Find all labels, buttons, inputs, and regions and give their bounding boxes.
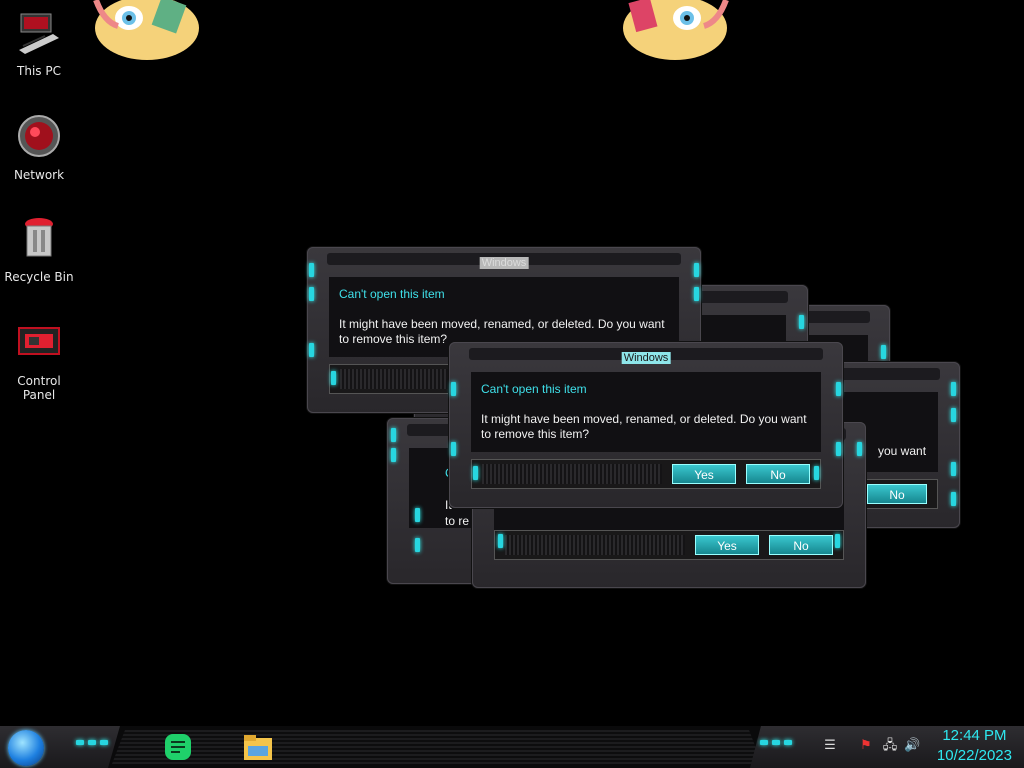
computer-icon bbox=[19, 13, 59, 54]
desktop-icon-this-pc[interactable]: This PC bbox=[0, 8, 78, 78]
wallpaper-character-right bbox=[623, 0, 729, 60]
desktop-icon-label: Control Panel bbox=[17, 374, 61, 402]
desktop-icon-network[interactable]: Network bbox=[0, 112, 78, 182]
action-center-icon[interactable]: ☰ bbox=[822, 738, 838, 754]
yes-button[interactable]: Yes bbox=[672, 464, 736, 484]
desktop-icon-label: This PC bbox=[17, 64, 61, 78]
dialog-message: It might have been moved, renamed, or de… bbox=[481, 412, 807, 441]
notes-app-icon[interactable] bbox=[162, 732, 194, 762]
taskbar-middle-panel bbox=[112, 730, 762, 764]
clock-time: 12:44 PM bbox=[942, 727, 1007, 744]
dialog-heading: Can't open this item bbox=[339, 287, 445, 301]
start-button[interactable] bbox=[8, 730, 44, 766]
taskbar: ☰ ⚑ 🖧 🔊 12:44 PM 10/22/2023 bbox=[0, 726, 1024, 768]
network-icon[interactable]: 🖧 bbox=[882, 738, 898, 754]
wallpaper-character-left bbox=[93, 0, 199, 60]
error-dialog-front[interactable]: Windows Can't open this item It might ha… bbox=[449, 342, 843, 508]
dialog-title: Windows bbox=[479, 257, 529, 269]
clock[interactable]: 12:44 PM 10/22/2023 bbox=[937, 726, 1012, 766]
recycle-bin-icon bbox=[25, 218, 53, 257]
no-button[interactable]: No bbox=[746, 464, 810, 484]
no-button[interactable]: No bbox=[867, 484, 927, 504]
dialog-message-fragment: you want bbox=[878, 444, 927, 458]
dialog-heading: Can't open this item bbox=[481, 382, 587, 396]
file-explorer-icon[interactable] bbox=[242, 732, 274, 762]
yes-button[interactable]: Yes bbox=[695, 535, 759, 555]
control-panel-icon bbox=[18, 327, 60, 355]
volume-icon[interactable]: 🔊 bbox=[904, 738, 920, 754]
desktop-icon-label: Recycle Bin bbox=[4, 270, 74, 284]
clock-date: 10/22/2023 bbox=[936, 747, 1012, 764]
desktop-icon-control-panel[interactable]: Control Panel bbox=[0, 318, 78, 402]
no-button[interactable]: No bbox=[769, 535, 833, 555]
desktop-icon-recycle-bin[interactable]: Recycle Bin bbox=[0, 214, 78, 284]
flag-icon[interactable]: ⚑ bbox=[858, 738, 874, 754]
desktop-icon-label: Network bbox=[13, 168, 65, 182]
network-icon bbox=[18, 115, 60, 157]
dialog-title: Windows bbox=[621, 352, 671, 364]
